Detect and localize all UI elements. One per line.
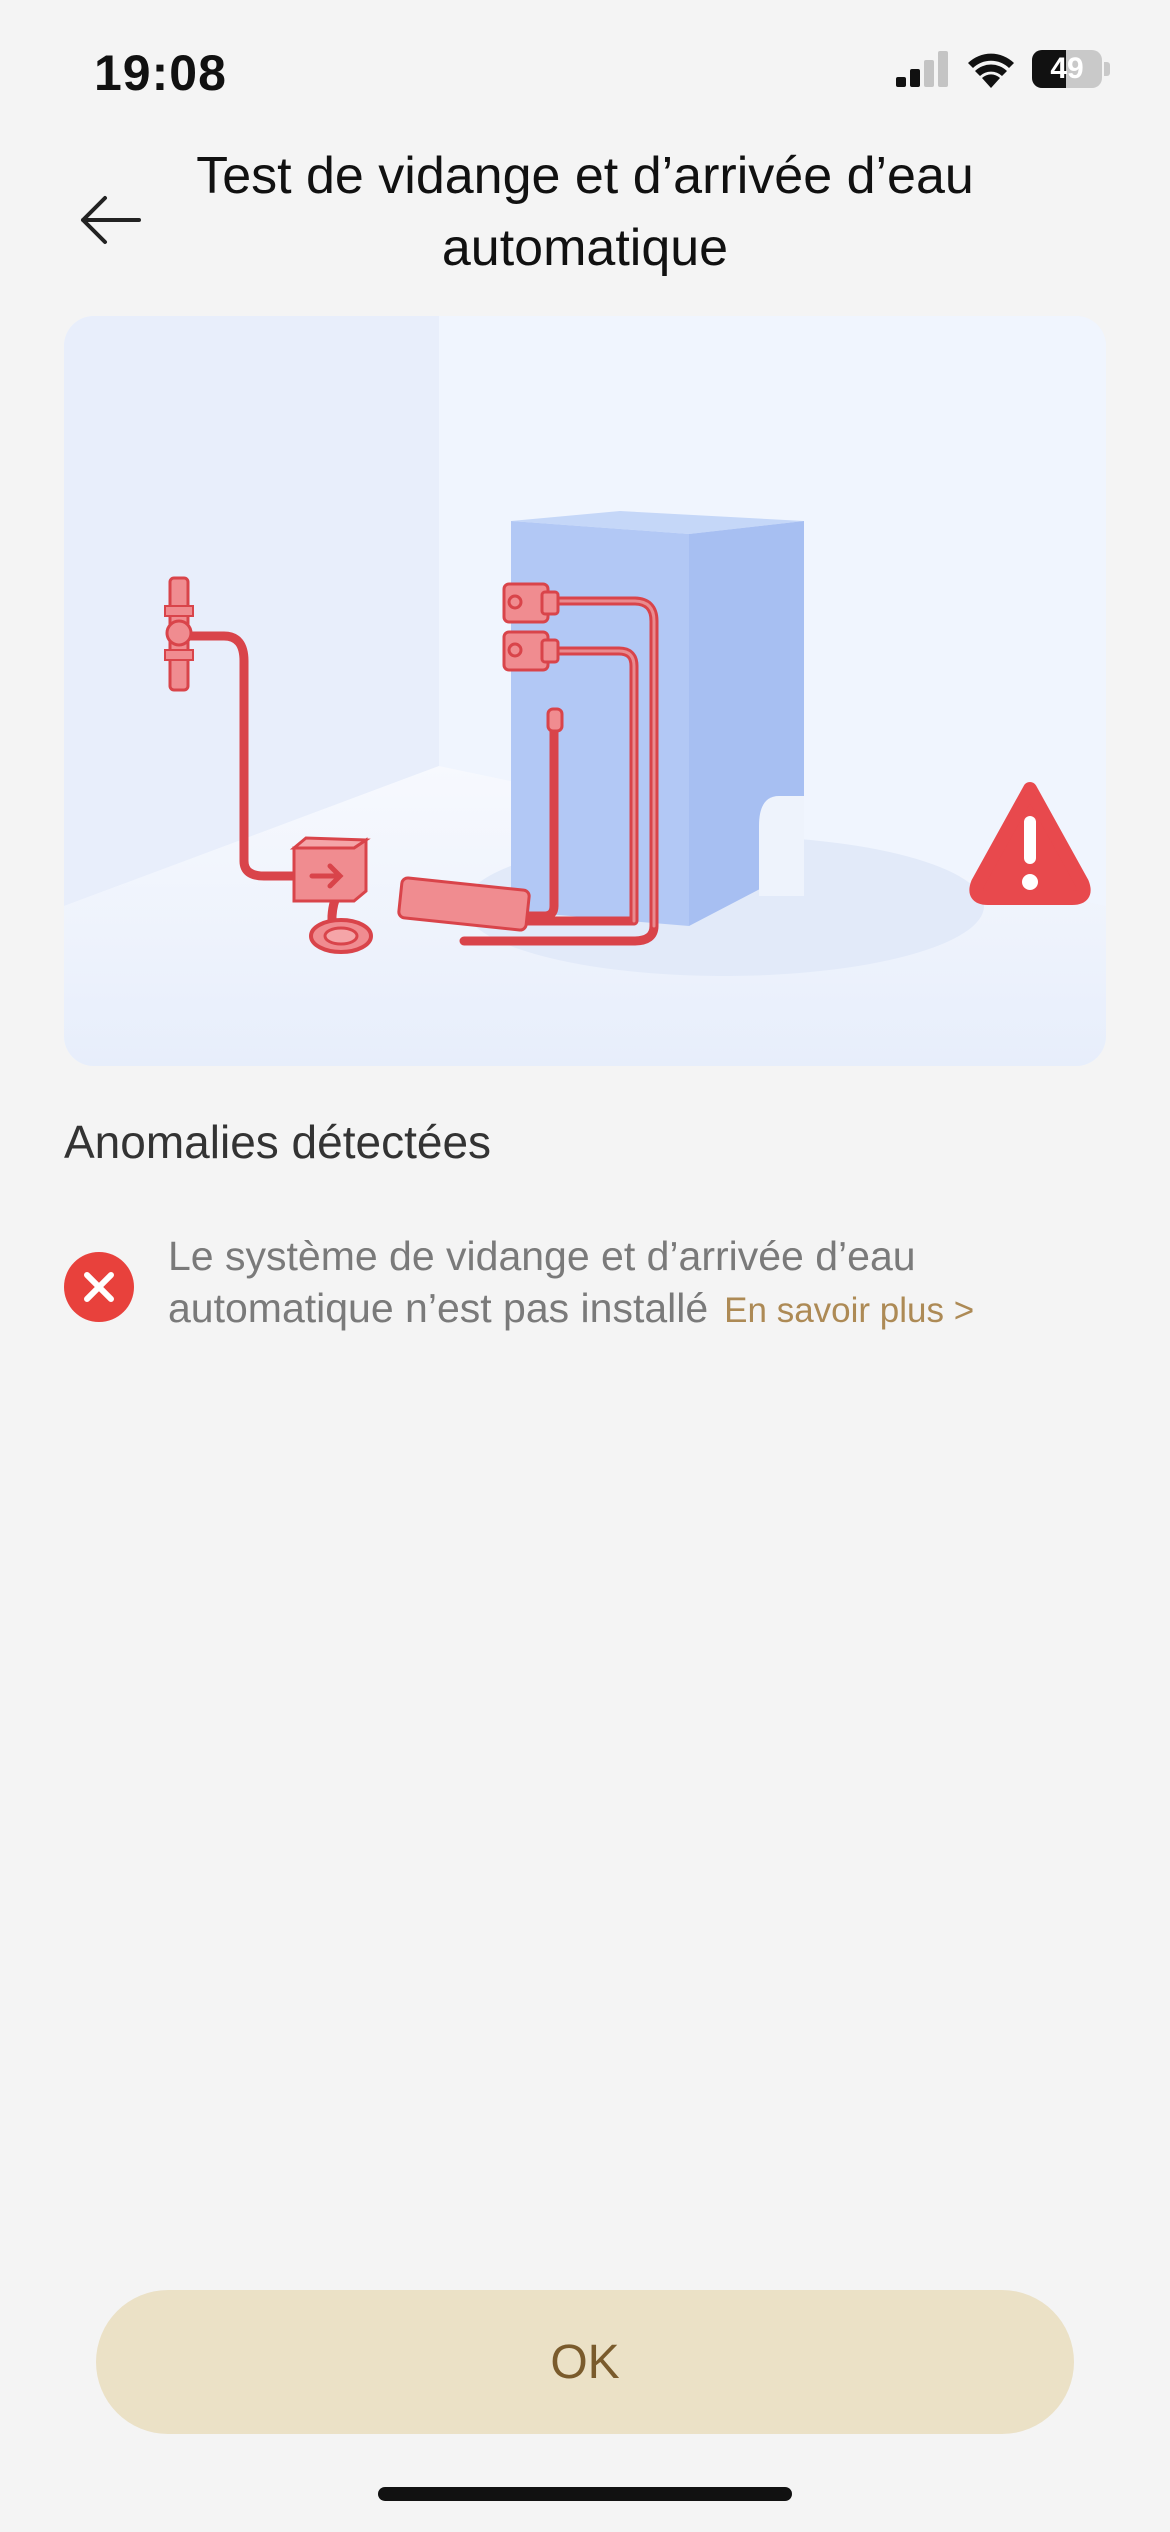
- status-bar: 19:08 49: [0, 0, 1170, 150]
- anomaly-description: Le système de vidange et d’arrivée d’eau…: [168, 1230, 1098, 1337]
- ok-button[interactable]: OK: [96, 2290, 1074, 2434]
- battery-icon: 49: [1032, 50, 1102, 88]
- battery-level: 49: [1050, 52, 1084, 85]
- status-time: 19:08: [94, 45, 227, 101]
- battery-tip: [1104, 62, 1110, 76]
- illustration: [64, 316, 1106, 1066]
- header: Test de vidange et d’arrivée d’eau autom…: [0, 140, 1170, 290]
- back-arrow-icon: [81, 196, 141, 244]
- back-button[interactable]: [70, 180, 150, 260]
- wifi-icon: [968, 53, 1014, 88]
- home-indicator[interactable]: [378, 2487, 792, 2501]
- anomalies-title: Anomalies détectées: [64, 1116, 492, 1168]
- water-system-illustration: [64, 316, 1106, 1066]
- learn-more-link[interactable]: En savoir plus >: [724, 1291, 974, 1330]
- signal-icon: [896, 51, 948, 87]
- page-title: Test de vidange et d’arrivée d’eau autom…: [196, 147, 974, 277]
- error-icon: [64, 1252, 134, 1322]
- status-icons: 49: [896, 50, 1110, 88]
